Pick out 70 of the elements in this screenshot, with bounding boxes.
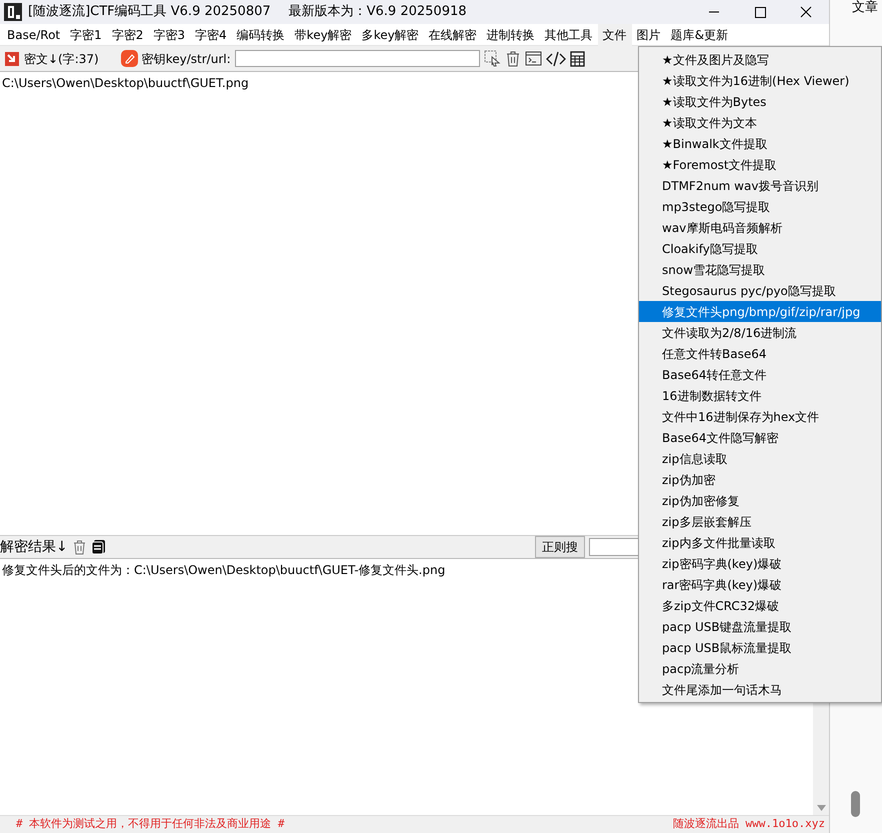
code-icon[interactable]: [546, 50, 566, 66]
calculator-icon[interactable]: [570, 50, 585, 66]
menu-option[interactable]: 文件读取为2/8/16进制流: [639, 322, 881, 343]
menu-option[interactable]: zip伪加密修复: [639, 490, 881, 511]
menu-item[interactable]: 进制转换: [482, 24, 540, 46]
menu-option[interactable]: snow雪花隐写提取: [639, 259, 881, 280]
close-icon[interactable]: [799, 6, 813, 18]
menu-item[interactable]: 题库&更新: [666, 24, 734, 46]
menu-option[interactable]: ★读取文件为16进制(Hex Viewer): [639, 70, 881, 91]
app-logo-icon: [4, 3, 22, 21]
maximize-icon[interactable]: [753, 6, 767, 18]
menu-option[interactable]: ★文件及图片及隐写: [639, 49, 881, 70]
menu-option[interactable]: pacp USB键盘流量提取: [639, 616, 881, 637]
cipher-label: 密文↓(字:37): [24, 50, 99, 68]
menu-item[interactable]: 字密3: [148, 24, 190, 46]
menu-item[interactable]: 文件: [598, 24, 632, 46]
menu-option[interactable]: 任意文件转Base64: [639, 343, 881, 364]
menu-option[interactable]: 文件尾添加一句话木马: [639, 679, 881, 700]
menu-item[interactable]: 字密1: [65, 24, 107, 46]
version-note: 最新版本为：V6.9 20250918: [288, 3, 467, 22]
menu-option[interactable]: ★读取文件为Bytes: [639, 91, 881, 112]
menu-item[interactable]: Base/Rot: [2, 24, 66, 46]
menu-item[interactable]: 其他工具: [540, 24, 598, 46]
menu-option[interactable]: mp3stego隐写提取: [639, 196, 881, 217]
menu-item[interactable]: 带key解密: [290, 24, 357, 46]
menu-item[interactable]: 图片: [632, 24, 666, 46]
menu-option[interactable]: zip内多文件批量读取: [639, 532, 881, 553]
search-input[interactable]: [589, 538, 639, 556]
menu-option[interactable]: Base64转任意文件: [639, 364, 881, 385]
menu-item[interactable]: 字密2: [106, 24, 148, 46]
menu-option[interactable]: DTMF2num wav拨号音识别: [639, 175, 881, 196]
menu-item[interactable]: 在线解密: [424, 24, 482, 46]
regex-search-button[interactable]: 正则搜: [535, 536, 585, 558]
menu-option[interactable]: 16进制数据转文件: [639, 385, 881, 406]
menu-option[interactable]: pacp流量分析: [639, 658, 881, 679]
menu-option[interactable]: rar密码字典(key)爆破: [639, 574, 881, 595]
menu-option[interactable]: 文件中16进制保存为hex文件: [639, 406, 881, 427]
menu-option[interactable]: zip伪加密: [639, 469, 881, 490]
disclaimer-text: # 本软件为测试之用，不得用于任何非法及商业用途 #: [16, 816, 284, 832]
menu-option[interactable]: Base64文件隐写解密: [639, 427, 881, 448]
menu-option[interactable]: Cloakify隐写提取: [639, 238, 881, 259]
menu-option[interactable]: wav摩斯电码音频解析: [639, 217, 881, 238]
menu-option[interactable]: zip信息读取: [639, 448, 881, 469]
trash-icon[interactable]: [504, 50, 521, 67]
menu-item[interactable]: 字密4: [190, 24, 232, 46]
copy-icon[interactable]: [90, 539, 106, 555]
result-text: 修复文件头后的文件为：C:\Users\Owen\Desktop\buuctf\GUET-修复文件头.png: [2, 563, 446, 577]
key-label: 密钥key/str/url:: [142, 50, 231, 68]
menu-option[interactable]: ★Binwalk文件提取: [639, 133, 881, 154]
menu-option[interactable]: zip密码字典(key)爆破: [639, 553, 881, 574]
credit-text: 随波逐流出品 www.1o1o.xyz: [672, 816, 825, 832]
scrollbar-thumb[interactable]: [851, 791, 860, 817]
input-text: C:\Users\Owen\Desktop\buuctf\GUET.png: [2, 76, 249, 90]
menu-option[interactable]: ★Foremost文件提取: [639, 154, 881, 175]
menu-option[interactable]: 多zip文件CRC32爆破: [639, 595, 881, 616]
window-title: [随波逐流]CTF编码工具 V6.9 20250807: [28, 3, 271, 22]
menu-option[interactable]: zip多层嵌套解压: [639, 511, 881, 532]
menu-option[interactable]: 修复文件头png/bmp/gif/zip/rar/jpg: [639, 301, 881, 322]
menu-item[interactable]: 编码转换: [232, 24, 290, 46]
trash-icon[interactable]: [72, 539, 87, 555]
menu-option[interactable]: ★读取文件为文本: [639, 112, 881, 133]
menu-item[interactable]: 多key解密: [356, 24, 424, 46]
result-label: 解密结果↓: [0, 538, 68, 556]
pencil-icon[interactable]: [120, 50, 138, 67]
terminal-icon[interactable]: [524, 51, 542, 66]
menu-option[interactable]: Stegosaurus pyc/pyo隐写提取: [639, 280, 881, 301]
key-input[interactable]: [234, 50, 480, 67]
pointer-select-icon[interactable]: [484, 50, 501, 67]
menu-option[interactable]: pacp USB鼠标流量提取: [639, 637, 881, 658]
side-text: 文章: [852, 1, 878, 16]
